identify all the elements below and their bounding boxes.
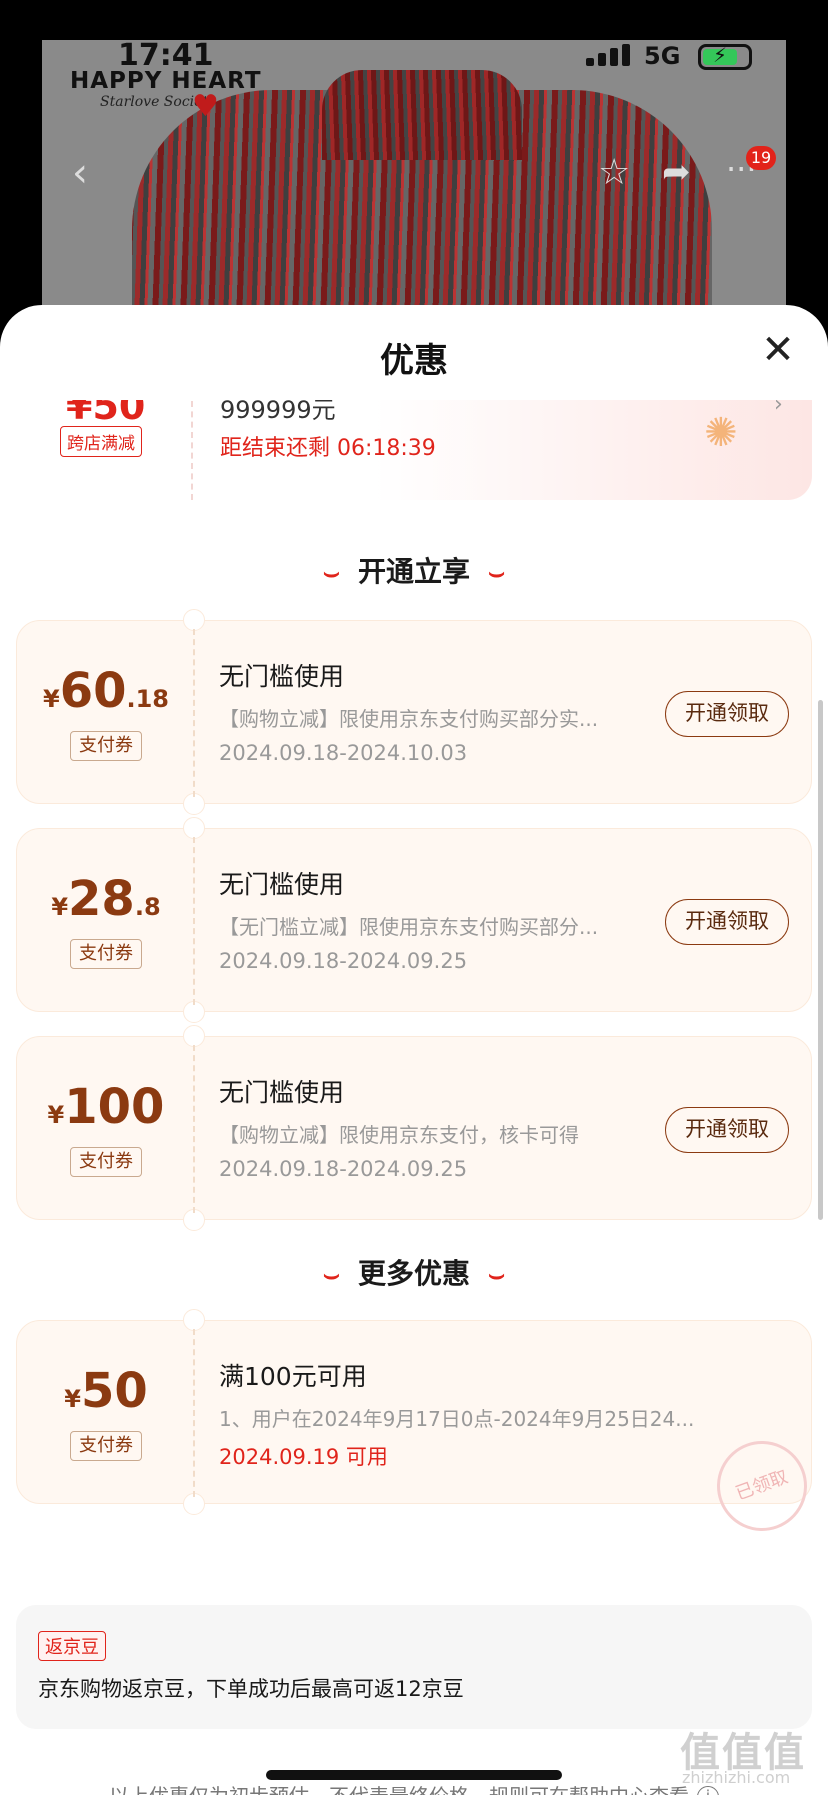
coupon-date: 2024.09.18-2024.09.25 bbox=[219, 1157, 468, 1181]
star-icon[interactable]: ☆ bbox=[598, 152, 630, 193]
heart-icon: ♥ bbox=[192, 89, 219, 124]
section-title-open: ⌣ 开通立享 ⌣ bbox=[322, 555, 506, 588]
jd-beans-box: 返京豆 京东购物返京豆，下单成功后最高可返12京豆 bbox=[16, 1605, 812, 1729]
claim-button[interactable]: 开通领取 bbox=[665, 899, 789, 945]
coupon-amount: ¥60.18 bbox=[42, 663, 169, 719]
battery-icon: ⚡ bbox=[698, 43, 752, 70]
claim-button[interactable]: 开通领取 bbox=[665, 1107, 789, 1153]
sheet-title: 优惠 bbox=[380, 341, 448, 381]
coupon-date: 2024.09.19 可用 bbox=[219, 1445, 388, 1469]
coupon-desc: 【购物立减】限使用京东支付，核卡可得 bbox=[219, 1123, 579, 1147]
coupon-card[interactable]: ¥100 支付券 无门槛使用 【购物立减】限使用京东支付，核卡可得 2024.0… bbox=[16, 1025, 812, 1231]
coupon-type-tag: 支付券 bbox=[70, 731, 142, 761]
coupon-title: 无门槛使用 bbox=[219, 1078, 345, 1107]
claimed-stamp: 已领取 bbox=[704, 1428, 820, 1544]
network-label: 5G bbox=[644, 42, 681, 70]
chevron-right-icon[interactable]: › bbox=[774, 400, 783, 417]
coupon-desc: 【购物立减】限使用京东支付购买部分实... bbox=[219, 707, 599, 731]
coupon-title: 无门槛使用 bbox=[219, 870, 345, 899]
coupon-limit: 999999元 bbox=[220, 400, 336, 424]
coupon-date: 2024.09.18-2024.10.03 bbox=[219, 741, 468, 765]
section-title-more: ⌣ 更多优惠 ⌣ bbox=[322, 1257, 506, 1290]
coupon-type-tag: 支付券 bbox=[70, 1147, 142, 1177]
coupon-amount: ¥100 bbox=[47, 1079, 165, 1135]
beans-tag: 返京豆 bbox=[38, 1631, 106, 1661]
jacket-collar bbox=[322, 70, 522, 160]
home-indicator[interactable] bbox=[266, 1770, 562, 1780]
firework-icon: ✺ bbox=[704, 410, 738, 456]
coupon-divider bbox=[191, 400, 193, 500]
coupon-card[interactable]: ¥28.8 支付券 无门槛使用 【无门槛立减】限使用京东支付购买部分... 20… bbox=[16, 817, 812, 1023]
notification-badge: 19 bbox=[746, 146, 776, 170]
coupon-tag: 跨店满减 bbox=[60, 426, 142, 457]
beans-text: 京东购物返京豆，下单成功后最高可返12京豆 bbox=[38, 1677, 464, 1701]
coupon-desc: 1、用户在2024年9月17日0点-2024年9月25日24... bbox=[219, 1407, 695, 1431]
countdown-text: 距结束还剩 06:18:39 bbox=[220, 436, 436, 461]
coupon-amount: ¥50 bbox=[64, 1363, 148, 1419]
coupon-amount: ¥28.8 bbox=[51, 871, 161, 927]
coupon-amount: ¥50 bbox=[66, 400, 146, 428]
claim-button[interactable]: 开通领取 bbox=[665, 691, 789, 737]
coupon-title: 无门槛使用 bbox=[219, 662, 345, 691]
disclaimer-text: 以上优惠仅为初步预估，不代表最终价格，规则可在帮助中心查看 bbox=[109, 1784, 689, 1795]
scrollbar[interactable] bbox=[818, 700, 823, 1220]
watermark-url: zhizhizhi.com bbox=[682, 1768, 791, 1787]
coupon-card[interactable]: ¥60.18 支付券 无门槛使用 【购物立减】限使用京东支付购买部分实... 2… bbox=[16, 609, 812, 815]
share-icon[interactable]: ➦ bbox=[662, 152, 691, 192]
coupon-date: 2024.09.18-2024.09.25 bbox=[219, 949, 468, 973]
coupon-type-tag: 支付券 bbox=[70, 939, 142, 969]
screen: HAPPY HEART Starlove Society ♥ 17:41 5G … bbox=[0, 0, 828, 1795]
coupon-card[interactable]: ¥50 支付券 满100元可用 1、用户在2024年9月17日0点-2024年9… bbox=[16, 1309, 820, 1544]
coupon-desc: 【无门槛立减】限使用京东支付购买部分... bbox=[219, 915, 599, 939]
cross-store-coupon[interactable]: ¥50 跨店满减 999999元 距结束还剩 06:18:39 › ✺ bbox=[16, 400, 812, 500]
chevron-left-icon[interactable]: ‹ bbox=[72, 150, 88, 196]
close-icon[interactable]: ✕ bbox=[758, 330, 798, 371]
info-icon[interactable]: i bbox=[697, 1786, 719, 1795]
status-time: 17:41 bbox=[118, 38, 214, 73]
discount-sheet: 优惠 ✕ ¥50 跨店满减 999999元 距结束还剩 06:18:39 › ✺… bbox=[0, 305, 828, 1795]
sheet-scroll-area[interactable]: ¥50 跨店满减 999999元 距结束还剩 06:18:39 › ✺ ⌣ 开通立… bbox=[0, 400, 828, 1795]
coupon-type-tag: 支付券 bbox=[70, 1431, 142, 1461]
coupon-title: 满100元可用 bbox=[219, 1362, 367, 1391]
signal-icon bbox=[586, 44, 632, 66]
